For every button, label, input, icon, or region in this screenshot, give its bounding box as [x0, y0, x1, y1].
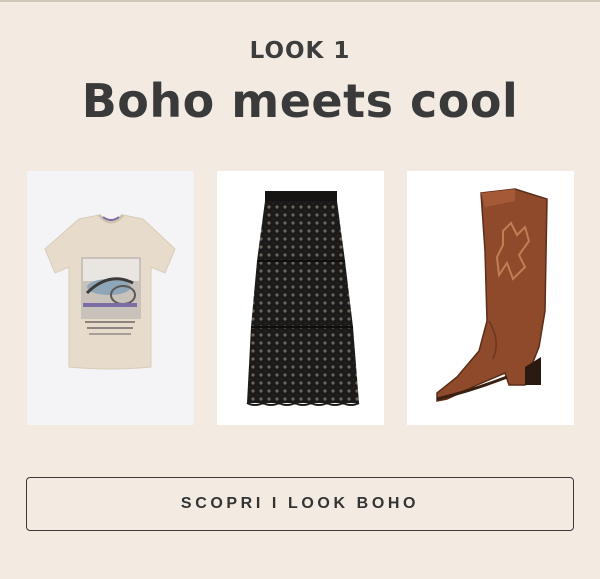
product-card-skirt[interactable] [217, 171, 384, 425]
cowboy-boot-icon [407, 171, 574, 425]
product-card-tshirt[interactable] [27, 171, 194, 425]
product-card-boot[interactable] [407, 171, 574, 425]
printed-tshirt-icon [27, 171, 194, 425]
top-divider [0, 0, 600, 2]
discover-boho-looks-button[interactable]: SCOPRI I LOOK BOHO [26, 477, 574, 531]
lace-skirt-icon [217, 171, 384, 425]
look-title: Boho meets cool [81, 74, 519, 128]
look-eyebrow: LOOK 1 [249, 38, 351, 64]
